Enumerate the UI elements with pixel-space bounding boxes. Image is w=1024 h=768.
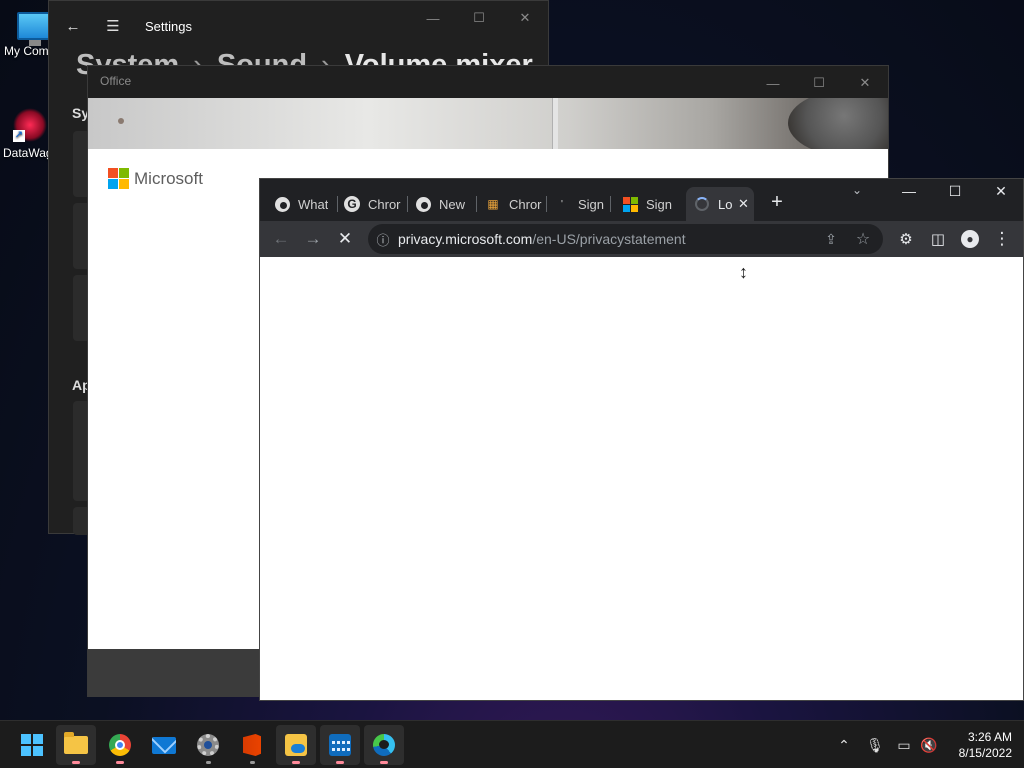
tab[interactable]: What — [274, 187, 338, 221]
tab[interactable]: G Chror — [344, 187, 408, 221]
taskbar: ⌃ 🎙 ▭ 🔇 3:26 AM 8/15/2022 — [0, 720, 1024, 768]
chrome-web-store-icon: ▦ — [487, 197, 499, 211]
office-hero-image — [88, 98, 888, 149]
tab-label: New — [439, 196, 466, 212]
taskbar-chrome[interactable] — [100, 725, 140, 765]
share-icon[interactable]: ⇪ — [815, 223, 847, 255]
taskbar-file-explorer[interactable] — [56, 725, 96, 765]
hero-pole — [552, 98, 558, 149]
minimize-icon[interactable]: — — [750, 66, 796, 100]
taskbar-settings[interactable] — [188, 725, 228, 765]
edge-icon — [373, 734, 395, 756]
chevron-up-icon[interactable]: ⌃ — [834, 737, 854, 754]
tab-label: Sign — [646, 196, 673, 212]
decor-dot — [118, 118, 124, 124]
microsoft-logo: Microsoft — [108, 168, 203, 189]
chrome-icon — [109, 734, 131, 756]
tab-label: Lo — [718, 196, 732, 212]
gear-icon — [197, 734, 219, 756]
tab-label: Sign — [578, 196, 605, 212]
stop-loading-icon[interactable]: ✕ — [329, 223, 361, 255]
page-content[interactable] — [260, 257, 1023, 700]
tab[interactable]: New — [415, 187, 477, 221]
taskbar-office[interactable] — [232, 725, 272, 765]
tab-close-icon[interactable]: ✕ — [738, 196, 749, 212]
puzzle-icon[interactable]: ⚙ — [890, 223, 922, 255]
volume-muted-icon[interactable]: 🔇 — [918, 737, 940, 754]
microsoft-icon — [622, 196, 638, 212]
star-icon[interactable]: ☆ — [847, 223, 879, 255]
profile-icon[interactable]: ● — [954, 223, 986, 255]
resize-cursor-icon: ↕ — [739, 262, 748, 282]
taskbar-calendar[interactable] — [320, 725, 360, 765]
start-button[interactable] — [12, 725, 52, 765]
side-panel-icon[interactable]: ◫ — [922, 223, 954, 255]
chrome-icon — [415, 196, 431, 212]
close-icon[interactable]: ✕ — [502, 1, 548, 35]
hamburger-menu-icon[interactable]: ☰ — [103, 17, 123, 35]
microsoft-wordmark: Microsoft — [134, 168, 203, 188]
forward-icon[interactable]: → — [297, 223, 329, 255]
network-icon[interactable]: ▭ — [890, 737, 918, 754]
omnibox-actions: ⇪ ☆ — [815, 223, 879, 255]
tab-label: Chror — [368, 196, 401, 212]
microphone-icon[interactable]: 🎙 — [860, 737, 890, 754]
chrome-maximize-icon[interactable]: ☐ — [940, 183, 970, 200]
datawagon-icon: ↗ — [13, 108, 47, 142]
system-tray: ⌃ 🎙 ▭ 🔇 — [834, 721, 940, 768]
clock-time: 3:26 AM — [967, 730, 1012, 744]
chrome-minimize-icon[interactable]: — — [894, 183, 924, 199]
url-path: /en-US/privacystatement — [532, 231, 686, 247]
close-icon[interactable]: ✕ — [842, 66, 888, 100]
tab[interactable]: ' Sign — [554, 187, 611, 221]
tab-search-icon[interactable]: ⌄ — [852, 183, 862, 197]
windows-logo-icon — [21, 734, 43, 756]
calendar-icon — [329, 734, 351, 756]
office-icon — [243, 734, 261, 756]
taskbar-edge[interactable] — [364, 725, 404, 765]
shortcut-arrow-icon: ↗ — [13, 130, 25, 142]
clock-date: 8/15/2022 — [958, 746, 1012, 760]
taskbar-files[interactable] — [276, 725, 316, 765]
clock[interactable]: 3:26 AM 8/15/2022 — [959, 729, 1012, 761]
minimize-icon[interactable]: — — [410, 1, 456, 35]
tab[interactable]: Sign — [622, 187, 679, 221]
tab-label: Chror — [509, 196, 542, 212]
office-window-controls: — ☐ ✕ — [750, 66, 888, 100]
hero-person — [788, 98, 888, 149]
chrome-toolbar: ← → ✕ ⓘ privacy.microsoft.com/en-US/priv… — [260, 221, 1023, 257]
maximize-icon[interactable]: ☐ — [456, 1, 502, 35]
new-tab-button[interactable]: + — [765, 191, 789, 215]
tab-strip: What G Chror New ▦ Chror ' Sign Sign Lo … — [260, 179, 1023, 221]
chrome-icon — [274, 196, 290, 212]
mail-icon — [152, 736, 176, 754]
settings-window-controls: — ☐ ✕ — [410, 1, 548, 35]
maximize-icon[interactable]: ☐ — [796, 66, 842, 100]
google-icon: G — [344, 196, 360, 212]
taskbar-mail[interactable] — [144, 725, 184, 765]
kebab-menu-icon[interactable]: ⋮ — [986, 223, 1018, 255]
site-info-icon[interactable]: ⓘ — [368, 230, 398, 249]
microsoft-icon — [108, 168, 129, 189]
chrome-close-icon[interactable]: ✕ — [986, 183, 1016, 200]
files-icon — [285, 734, 307, 756]
tab[interactable]: ▦ Chror — [485, 187, 547, 221]
back-icon[interactable]: ← — [265, 223, 297, 255]
loading-spinner-icon — [694, 196, 710, 212]
address-bar[interactable]: ⓘ privacy.microsoft.com/en-US/privacysta… — [368, 224, 883, 254]
tab-label: What — [298, 196, 329, 212]
chrome-window: What G Chror New ▦ Chror ' Sign Sign Lo … — [259, 178, 1024, 701]
tab-active[interactable]: Lo ✕ — [686, 187, 754, 221]
back-arrow-icon[interactable]: ← — [63, 18, 83, 35]
folder-icon — [64, 732, 88, 754]
url-host: privacy.microsoft.com — [398, 231, 533, 247]
settings-title: Settings — [145, 18, 192, 34]
computer-icon — [17, 12, 51, 46]
loading-dot-icon: ' — [561, 198, 563, 210]
